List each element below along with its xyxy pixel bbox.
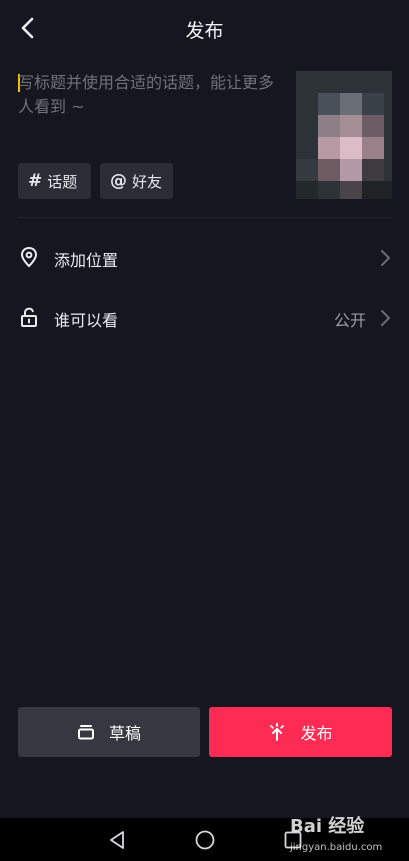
visibility-label: 谁可以看 [54,311,119,330]
topic-chip[interactable]: # 话题 [18,163,91,199]
location-pin-icon [20,246,38,268]
watermark-url: jingyan.baidu.com [290,842,383,853]
caption-input[interactable]: 写标题并使用合适的话题，能让更多人看到 ~ [18,70,286,150]
caption-placeholder: 写标题并使用合适的话题，能让更多人看到 ~ [18,73,275,116]
video-cover-thumbnail[interactable] [296,71,392,199]
add-location-row[interactable]: 添加位置 [18,238,392,278]
chevron-right-icon [381,310,390,326]
visibility-value: 公开 [333,311,366,330]
publish-button[interactable]: 发布 [209,707,392,757]
watermark-brand: Bai 经验 [290,816,365,837]
baidu-jingyan-watermark: Bai 经验 jingyan.baidu.com [286,812,404,858]
page-title: 发布 [185,20,224,42]
mention-chip-label: 好友 [132,172,163,191]
top-bar: 发布 [0,0,409,56]
add-location-label: 添加位置 [54,251,119,270]
draft-button-label: 草稿 [108,724,141,743]
triangle-back-icon[interactable] [106,829,128,851]
chevron-right-icon [381,250,390,266]
visibility-row[interactable]: 谁可以看 公开 [18,298,392,338]
at-sign-icon: @ [110,171,127,191]
circle-home-icon[interactable] [194,829,216,851]
save-draft-button[interactable]: 草稿 [18,707,200,757]
unlock-icon [21,307,37,327]
publish-sparkle-icon [270,723,285,741]
publish-button-label: 发布 [300,724,333,743]
topic-chip-label: 话题 [47,172,78,191]
section-divider [18,217,392,218]
draft-box-icon [77,725,94,740]
hashtag-icon: # [28,171,43,191]
mention-friend-chip[interactable]: @ 好友 [100,163,173,199]
